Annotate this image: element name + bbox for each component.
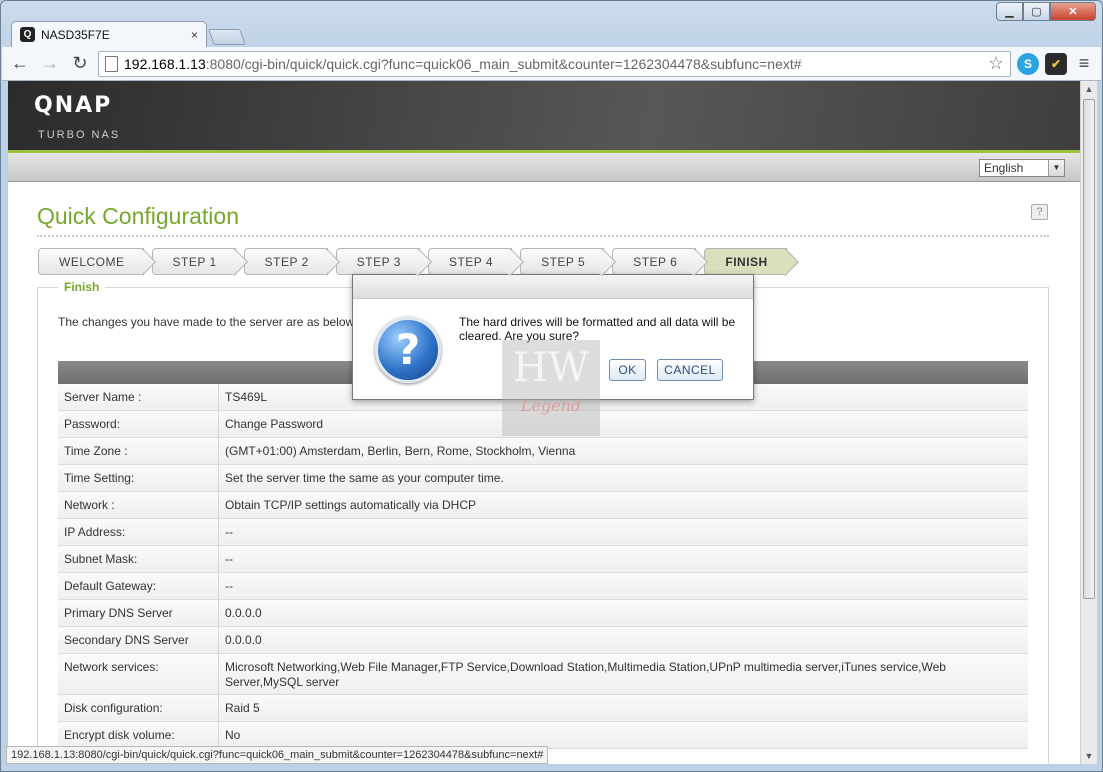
dialog-message: The hard drives will be formatted and al… — [459, 315, 736, 343]
row-label: Secondary DNS Server — [58, 627, 219, 653]
row-label: Time Setting: — [58, 465, 219, 491]
new-tab-button[interactable] — [208, 29, 246, 45]
vertical-scrollbar[interactable]: ▲ ▼ — [1080, 81, 1097, 764]
step-welcome[interactable]: WELCOME — [38, 248, 144, 275]
watermark-text: HW — [513, 345, 589, 391]
tab-close-icon[interactable]: × — [191, 28, 198, 42]
row-value: Raid 5 — [225, 701, 260, 715]
table-row: Time Zone : (GMT+01:00) Amsterdam, Berlin… — [58, 438, 1028, 465]
table-row: Network services: Microsoft Networking,We… — [58, 654, 1028, 695]
browser-tab[interactable]: Q NASD35F7E × — [11, 21, 207, 47]
qnap-favicon-icon: Q — [20, 27, 35, 42]
row-value: Microsoft Networking,Web File Manager,FT… — [225, 660, 946, 689]
page-icon — [105, 55, 118, 72]
row-label: Time Zone : — [58, 438, 219, 464]
row-label: Disk configuration: — [58, 695, 219, 721]
step-2[interactable]: STEP 2 — [243, 248, 328, 275]
browser-toolbar: ← → ↻ 192.168.1.13:8080/cgi-bin/quick/qu… — [2, 47, 1101, 81]
tab-strip: Q NASD35F7E × — [11, 21, 246, 47]
maximize-icon[interactable]: ▢ — [1023, 2, 1050, 21]
table-row: Network : Obtain TCP/IP settings automati… — [58, 492, 1028, 519]
table-row: Encrypt disk volume: No — [58, 722, 1028, 749]
language-bar: English ▼ — [8, 153, 1080, 182]
row-value: Obtain TCP/IP settings automatically via… — [225, 498, 476, 512]
row-value: 0.0.0.0 — [225, 633, 262, 647]
table-row: Primary DNS Server 0.0.0.0 — [58, 600, 1028, 627]
row-value: No — [225, 728, 241, 742]
step-1[interactable]: STEP 1 — [151, 248, 236, 275]
row-label: IP Address: — [58, 519, 219, 545]
cancel-button[interactable]: CANCEL — [657, 359, 723, 381]
page-title: Quick Configuration — [37, 203, 239, 229]
star-icon[interactable]: ☆ — [988, 53, 1004, 74]
qnap-header: QNAP Turbo NAS — [8, 81, 1080, 153]
table-row: Disk configuration: Raid 5 — [58, 695, 1028, 722]
chevron-down-icon[interactable]: ▼ — [1048, 160, 1064, 176]
step-navigation: WELCOME STEP 1 STEP 2 STEP 3 STEP 4 STEP… — [38, 248, 795, 275]
turbo-nas-label: Turbo NAS — [38, 129, 121, 141]
main-content: Quick Configuration ? WELCOME STEP 1 STE… — [8, 185, 1080, 764]
row-label: Server Name : — [58, 384, 219, 410]
row-value: (GMT+01:00) Amsterdam, Berlin, Bern, Rom… — [225, 444, 576, 458]
row-value[interactable]: Change Password — [219, 411, 1028, 437]
row-label: Primary DNS Server — [58, 600, 219, 626]
question-icon: ? — [375, 317, 441, 383]
help-icon[interactable]: ? — [1031, 204, 1048, 220]
table-row: Subnet Mask: -- — [58, 546, 1028, 573]
scroll-thumb[interactable] — [1083, 99, 1095, 599]
row-label: Default Gateway: — [58, 573, 219, 599]
table-row: Time Setting: Set the server time the sam… — [58, 465, 1028, 492]
step-5[interactable]: STEP 5 — [520, 248, 605, 275]
qnap-logo: QNAP — [34, 93, 113, 118]
language-value: English — [984, 161, 1024, 175]
address-bar[interactable]: 192.168.1.13:8080/cgi-bin/quick/quick.cg… — [98, 50, 1011, 77]
row-value: -- — [225, 525, 233, 539]
forward-icon[interactable]: → — [38, 52, 62, 76]
table-row: Default Gateway: -- — [58, 573, 1028, 600]
close-window-icon[interactable]: ✕ — [1050, 2, 1096, 21]
scroll-up-icon[interactable]: ▲ — [1081, 81, 1097, 97]
skype-icon[interactable]: S — [1017, 52, 1039, 75]
row-label: Encrypt disk volume: — [58, 722, 219, 748]
row-label: Network : — [58, 492, 219, 518]
language-select[interactable]: English ▼ — [979, 159, 1065, 177]
checkmark-extension-icon[interactable]: ✔ — [1045, 52, 1067, 75]
table-row: IP Address: -- — [58, 519, 1028, 546]
divider — [37, 235, 1049, 237]
minimize-icon[interactable]: ▁ — [996, 2, 1023, 21]
summary-rows: Server Name : TS469L Password: Change Passw… — [58, 384, 1028, 749]
row-label: Subnet Mask: — [58, 546, 219, 572]
menu-icon[interactable]: ≡ — [1073, 53, 1095, 74]
step-6[interactable]: STEP 6 — [612, 248, 697, 275]
step-3[interactable]: STEP 3 — [335, 248, 420, 275]
scroll-down-icon[interactable]: ▼ — [1081, 748, 1097, 764]
hwlegend-watermark: HW Legend — [502, 340, 600, 436]
url-text: 192.168.1.13:8080/cgi-bin/quick/quick.cg… — [124, 55, 802, 72]
tab-title: NASD35F7E — [41, 27, 110, 42]
status-url-bubble: 192.168.1.13:8080/cgi-bin/quick/quick.cg… — [6, 746, 549, 764]
table-row: Secondary DNS Server 0.0.0.0 — [58, 627, 1028, 654]
row-label: Password: — [58, 411, 219, 437]
back-icon[interactable]: ← — [8, 52, 32, 76]
window-controls: ▁ ▢ ✕ — [996, 2, 1096, 21]
ok-button[interactable]: OK — [609, 359, 646, 381]
row-label: Network services: — [58, 654, 219, 694]
row-value: Set the server time the same as your com… — [225, 471, 504, 485]
watermark-subtext: Legend — [520, 396, 582, 415]
row-value: -- — [225, 552, 233, 566]
row-value: -- — [225, 579, 233, 593]
row-value: 0.0.0.0 — [225, 606, 262, 620]
reload-icon[interactable]: ↻ — [68, 52, 92, 76]
step-finish[interactable]: FINISH — [704, 248, 787, 275]
step-4[interactable]: STEP 4 — [427, 248, 513, 275]
section-legend: Finish — [58, 280, 106, 294]
dialog-titlebar — [353, 275, 753, 299]
